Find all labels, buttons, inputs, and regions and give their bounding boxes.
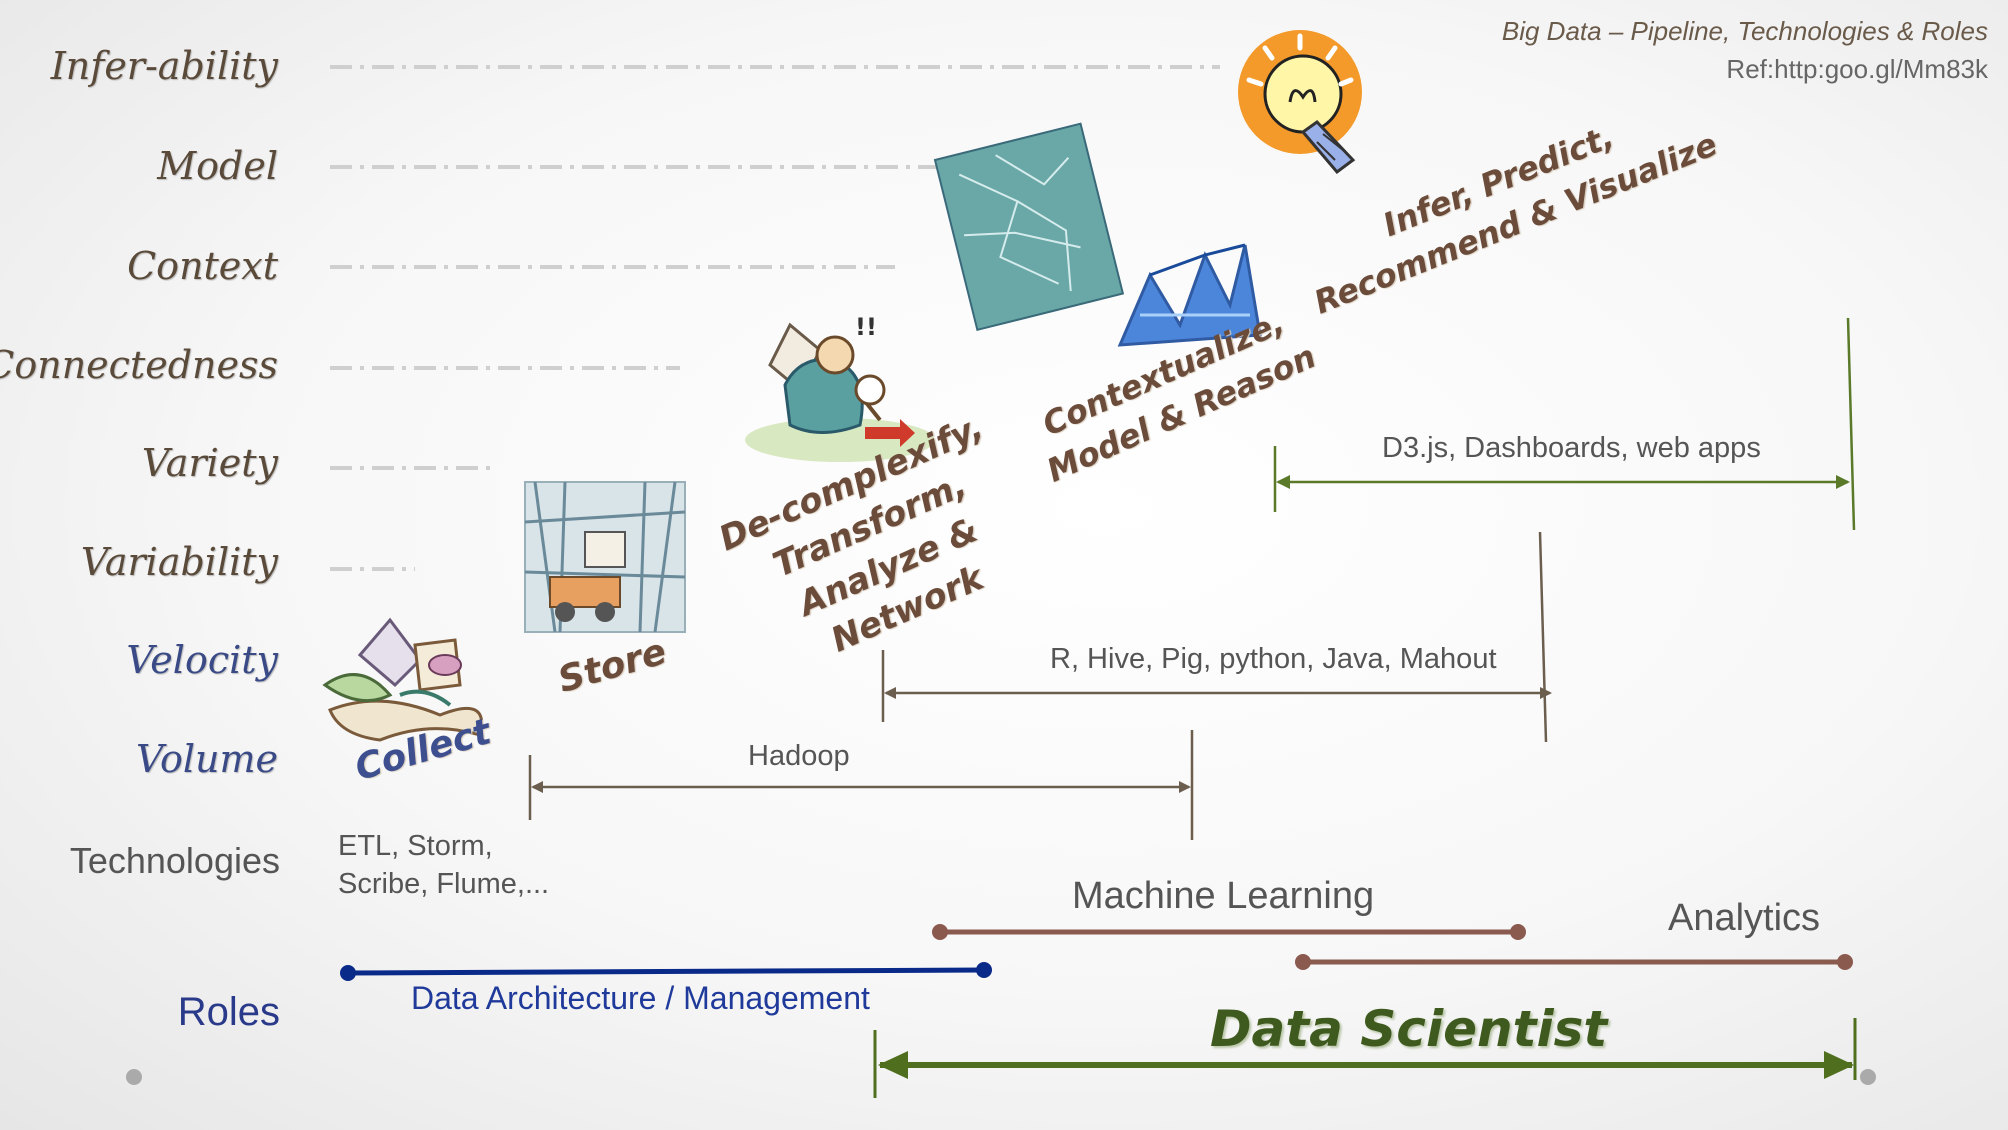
tech-hadoop: Hadoop: [748, 740, 850, 772]
reference-link: Ref:http:goo.gl/Mm83k: [1726, 54, 1988, 84]
row-label-model: Model: [157, 144, 278, 188]
context-map-illustration: [933, 122, 1125, 332]
d3-bracket: [1273, 317, 1856, 531]
tech-etl-line2: Scribe, Flume,...: [338, 868, 550, 900]
slide: !! Big Data – Pipeline, Technologies & R…: [0, 0, 2008, 1130]
machine-learning-line: [932, 924, 1526, 940]
role-analytics: Analytics: [1668, 897, 1821, 939]
slide-title: Big Data – Pipeline, Technologies & Role…: [1501, 16, 1988, 46]
analytics-line: [1295, 954, 1853, 970]
row-label-connectedness: Connectedness: [0, 343, 278, 387]
row-label-velocity: Velocity: [126, 638, 278, 682]
store-warehouse-illustration: [524, 481, 686, 633]
role-machine-learning: Machine Learning: [1072, 875, 1375, 917]
light-bulb-illustration: [1238, 30, 1362, 175]
role-data-architecture: Data Architecture / Management: [411, 980, 870, 1016]
svg-text:!!: !!: [855, 313, 877, 341]
row-label-volume: Volume: [136, 737, 278, 781]
tech-etl-line1: ETL, Storm,: [338, 830, 493, 862]
tech-r-hive-pig: R, Hive, Pig, python, Java, Mahout: [1050, 643, 1497, 675]
row-label-variability: Variability: [80, 540, 278, 584]
hadoop-bracket: [528, 730, 1194, 840]
slide-dot-left: [126, 1069, 142, 1085]
tech-d3-dashboards: D3.js, Dashboards, web apps: [1382, 432, 1761, 464]
row-label-infer-ability: Infer-ability: [50, 44, 278, 88]
row-label-roles: Roles: [177, 990, 280, 1034]
data-architecture-line: [340, 962, 992, 981]
row-label-context: Context: [127, 244, 278, 288]
role-data-scientist: Data Scientist: [1210, 1000, 1608, 1058]
row-label-technologies: Technologies: [69, 840, 280, 881]
row-label-variety: Variety: [141, 441, 278, 485]
slide-dot-right: [1860, 1069, 1876, 1085]
